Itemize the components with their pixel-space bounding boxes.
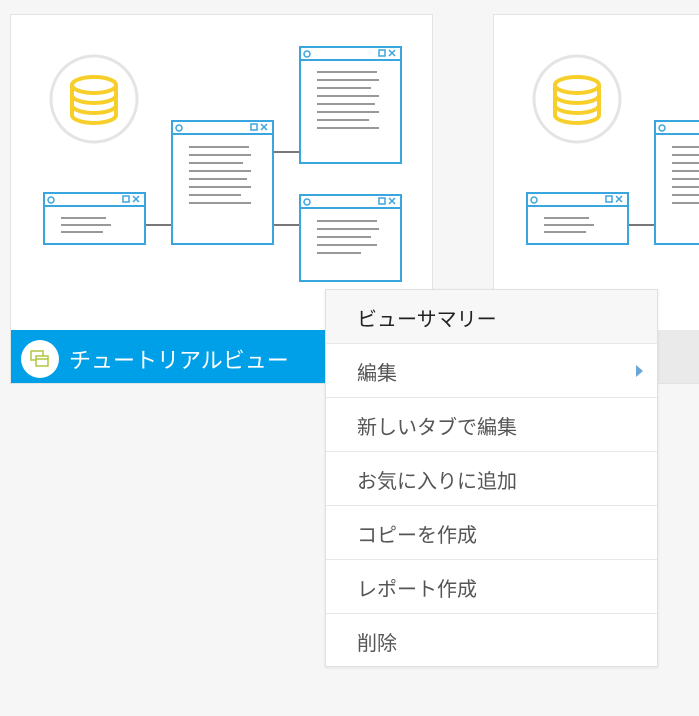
menu-item-add-favorite[interactable]: お気に入りに追加 — [326, 452, 657, 506]
menu-item-label: お気に入りに追加 — [357, 469, 517, 493]
view-icon — [21, 340, 59, 378]
menu-item-edit-new-tab[interactable]: 新しいタブで編集 — [326, 398, 657, 452]
menu-header-view-summary[interactable]: ビューサマリー — [326, 290, 657, 344]
window-box — [526, 192, 629, 245]
view-thumbnail[interactable] — [11, 15, 432, 331]
view-diagram — [526, 54, 699, 245]
chevron-right-icon — [636, 365, 643, 377]
window-box — [171, 120, 274, 245]
menu-item-copy[interactable]: コピーを作成 — [326, 506, 657, 560]
menu-item-label: 新しいタブで編集 — [357, 415, 517, 439]
window-box — [299, 194, 402, 282]
menu-item-label: レポート作成 — [357, 577, 477, 601]
window-box — [654, 120, 699, 245]
database-icon — [49, 54, 139, 144]
database-icon — [532, 54, 622, 144]
menu-item-report[interactable]: レポート作成 — [326, 560, 657, 614]
menu-header-label: ビューサマリー — [357, 307, 497, 331]
context-menu: ビューサマリー 編集 新しいタブで編集 お気に入りに追加 コピーを作成 レポート… — [325, 289, 658, 667]
menu-item-delete[interactable]: 削除 — [326, 614, 657, 666]
menu-item-label: コピーを作成 — [357, 523, 477, 547]
window-box — [299, 46, 402, 164]
window-box — [43, 192, 146, 245]
view-diagram — [43, 46, 402, 282]
menu-item-label: 編集 — [357, 361, 397, 385]
menu-item-label: 削除 — [357, 631, 397, 655]
view-title: チュートリアルビュー — [69, 349, 289, 374]
menu-item-edit[interactable]: 編集 — [326, 344, 657, 398]
view-thumbnail[interactable] — [494, 15, 699, 331]
